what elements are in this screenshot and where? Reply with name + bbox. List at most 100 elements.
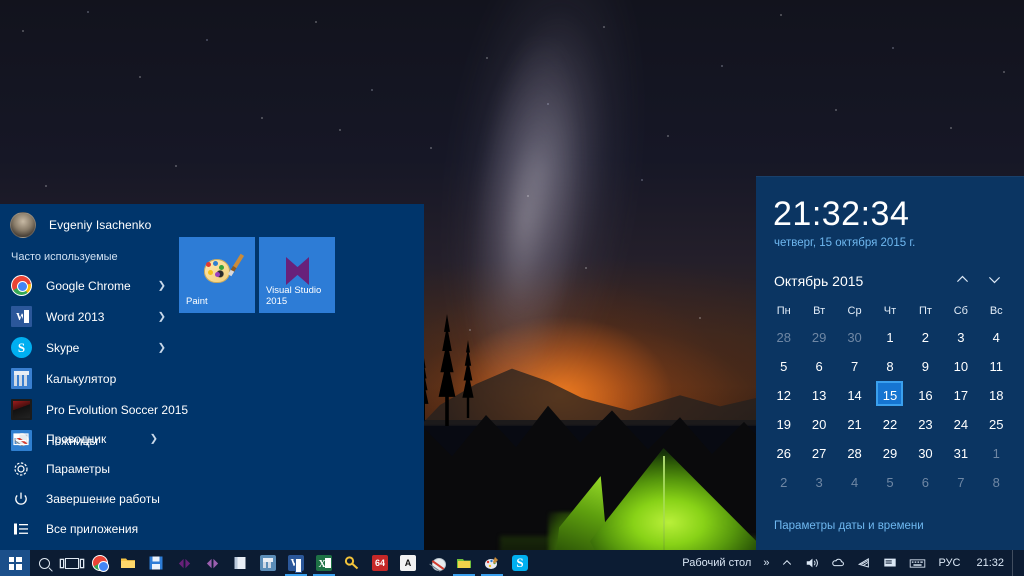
chevron-right-icon[interactable]: ❯ bbox=[150, 434, 158, 445]
skype-icon bbox=[512, 555, 528, 571]
date-time-settings-link[interactable]: Параметры даты и времени bbox=[774, 520, 924, 532]
show-desktop-label[interactable]: Рабочий стол bbox=[676, 550, 757, 576]
calendar-day[interactable]: 7 bbox=[943, 468, 978, 497]
taskbar-item-chrome[interactable] bbox=[86, 550, 114, 576]
taskbar-clock[interactable]: 21:32 bbox=[966, 557, 1012, 569]
double-chevron-right-icon[interactable]: » bbox=[757, 550, 775, 576]
calendar-day[interactable]: 7 bbox=[837, 352, 872, 381]
windows-start-icon bbox=[8, 556, 22, 570]
calendar-day[interactable]: 9 bbox=[908, 352, 943, 381]
app-label: Google Chrome bbox=[46, 278, 131, 293]
calendar-day[interactable]: 27 bbox=[801, 439, 836, 468]
calendar-day[interactable]: 22 bbox=[872, 410, 907, 439]
tile-visual-studio[interactable]: Visual Studio 2015 bbox=[259, 237, 335, 313]
calendar-day[interactable]: 26 bbox=[766, 439, 801, 468]
calendar-day[interactable]: 5 bbox=[872, 468, 907, 497]
taskbar-item-excel[interactable]: X bbox=[310, 550, 338, 576]
taskbar-item-snipping-tool[interactable] bbox=[422, 550, 450, 576]
calendar-day[interactable]: 4 bbox=[979, 323, 1014, 352]
pes-game-icon bbox=[11, 399, 32, 420]
calendar-day[interactable]: 2 bbox=[766, 468, 801, 497]
taskbar-item-word[interactable] bbox=[282, 550, 310, 576]
app-item-pes2015[interactable]: Pro Evolution Soccer 2015 bbox=[0, 394, 424, 425]
calendar-day[interactable]: 23 bbox=[908, 410, 943, 439]
calendar-day[interactable]: 29 bbox=[801, 323, 836, 352]
calendar-day[interactable]: 18 bbox=[979, 381, 1014, 410]
calendar-day[interactable]: 5 bbox=[766, 352, 801, 381]
calendar-day[interactable]: 30 bbox=[837, 323, 872, 352]
calendar-day[interactable]: 24 bbox=[943, 410, 978, 439]
paint-palette-icon bbox=[179, 253, 255, 288]
calendar-day[interactable]: 31 bbox=[943, 439, 978, 468]
task-view-button[interactable] bbox=[58, 550, 86, 576]
app-item-calculator[interactable]: Калькулятор bbox=[0, 363, 424, 394]
app-label: Pro Evolution Soccer 2015 bbox=[46, 402, 189, 417]
wifi-icon[interactable] bbox=[851, 550, 877, 576]
search-button[interactable] bbox=[30, 550, 58, 576]
calendar-day[interactable]: 11 bbox=[979, 352, 1014, 381]
sidebar-item-label: Все приложения bbox=[46, 522, 139, 536]
calendar-day[interactable]: 13 bbox=[801, 381, 836, 410]
calendar-day[interactable]: 2 bbox=[908, 323, 943, 352]
calendar-day[interactable]: 14 bbox=[837, 381, 872, 410]
calendar-day[interactable]: 3 bbox=[801, 468, 836, 497]
sidebar-item-file-explorer[interactable]: Проводник ❯ bbox=[0, 424, 200, 454]
calendar-day[interactable]: 17 bbox=[943, 381, 978, 410]
calendar-day[interactable]: 19 bbox=[766, 410, 801, 439]
taskbar-item-key[interactable] bbox=[338, 550, 366, 576]
taskbar-item-visual-studio[interactable] bbox=[170, 550, 198, 576]
onedrive-cloud-icon[interactable] bbox=[825, 550, 851, 576]
calendar-day[interactable]: 1 bbox=[979, 439, 1014, 468]
taskbar-item-calculator[interactable] bbox=[254, 550, 282, 576]
calendar-day-selected[interactable]: 15 bbox=[872, 381, 907, 410]
calendar-day[interactable]: 4 bbox=[837, 468, 872, 497]
calendar-day[interactable]: 6 bbox=[801, 352, 836, 381]
calendar-day[interactable]: 3 bbox=[943, 323, 978, 352]
tile-paint[interactable]: Paint bbox=[179, 237, 255, 313]
chevron-up-icon[interactable] bbox=[946, 271, 978, 291]
calendar-weekday-header: Сб bbox=[953, 305, 968, 317]
calendar-day[interactable]: 1 bbox=[872, 323, 907, 352]
taskbar-item-skype[interactable] bbox=[506, 550, 534, 576]
calendar-day[interactable]: 12 bbox=[766, 381, 801, 410]
keyboard-icon[interactable] bbox=[903, 550, 932, 576]
app-item-skype[interactable]: Skype ❯ bbox=[0, 332, 424, 363]
language-indicator[interactable]: РУС bbox=[932, 550, 966, 576]
sidebar-item-shutdown[interactable]: Завершение работы bbox=[0, 484, 200, 514]
calendar-day[interactable]: 30 bbox=[908, 439, 943, 468]
taskbar-item-64app[interactable]: 64 bbox=[366, 550, 394, 576]
avatar bbox=[10, 212, 36, 238]
calendar-day[interactable]: 10 bbox=[943, 352, 978, 381]
chevron-right-icon[interactable]: ❯ bbox=[158, 311, 166, 322]
calendar-day[interactable]: 8 bbox=[872, 352, 907, 381]
chevron-down-icon[interactable] bbox=[978, 271, 1010, 291]
calendar-header: Октябрь 2015 bbox=[756, 249, 1024, 291]
calendar-day[interactable]: 6 bbox=[908, 468, 943, 497]
chevron-right-icon[interactable]: ❯ bbox=[158, 280, 166, 291]
taskbar-item-visual-studio-alt[interactable] bbox=[198, 550, 226, 576]
calendar-day[interactable]: 28 bbox=[837, 439, 872, 468]
sidebar-item-settings[interactable]: Параметры bbox=[0, 454, 200, 484]
excel-icon: X bbox=[316, 555, 332, 571]
hidden-icons-chevron-up-icon[interactable] bbox=[775, 550, 799, 576]
taskbar-item-folder[interactable] bbox=[450, 550, 478, 576]
calendar-day[interactable]: 8 bbox=[979, 468, 1014, 497]
taskbar-item-save[interactable] bbox=[142, 550, 170, 576]
calendar-day[interactable]: 29 bbox=[872, 439, 907, 468]
chevron-right-icon[interactable]: ❯ bbox=[158, 342, 166, 353]
taskbar-item-file-explorer[interactable] bbox=[114, 550, 142, 576]
show-desktop-button[interactable] bbox=[1012, 550, 1018, 576]
calendar-day[interactable]: 25 bbox=[979, 410, 1014, 439]
speaker-icon[interactable] bbox=[799, 550, 825, 576]
start-button[interactable] bbox=[0, 550, 30, 576]
calendar-month-title[interactable]: Октябрь 2015 bbox=[774, 273, 946, 289]
calendar-day[interactable]: 20 bbox=[801, 410, 836, 439]
sidebar-item-all-apps[interactable]: Все приложения bbox=[0, 514, 200, 544]
taskbar-item-paint[interactable] bbox=[478, 550, 506, 576]
calendar-day[interactable]: 16 bbox=[908, 381, 943, 410]
calendar-day[interactable]: 21 bbox=[837, 410, 872, 439]
calendar-day[interactable]: 28 bbox=[766, 323, 801, 352]
taskbar-item-notebook[interactable] bbox=[226, 550, 254, 576]
action-center-icon[interactable] bbox=[877, 550, 903, 576]
taskbar-item-letter-a[interactable]: A bbox=[394, 550, 422, 576]
